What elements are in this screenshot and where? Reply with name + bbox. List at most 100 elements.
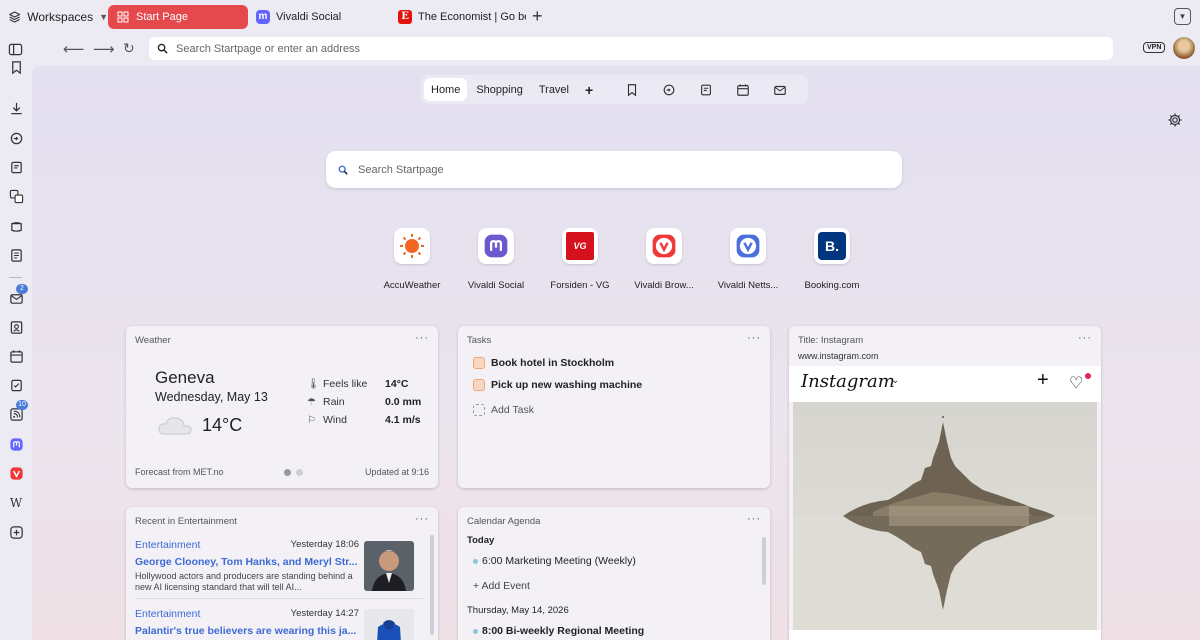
reading-list-icon[interactable] bbox=[8, 218, 24, 234]
translate-icon[interactable] bbox=[8, 188, 24, 204]
tab-travel[interactable]: Travel bbox=[532, 78, 576, 101]
more-options-button[interactable]: ··· bbox=[747, 332, 761, 344]
sun-icon bbox=[400, 234, 424, 258]
reader-icon[interactable] bbox=[8, 247, 24, 263]
task-item[interactable]: Book hotel in Stockholm bbox=[473, 357, 614, 369]
search-placeholder: Search Startpage bbox=[358, 163, 444, 176]
bookmarks-icon[interactable] bbox=[8, 59, 24, 75]
vivaldi-icon[interactable] bbox=[8, 465, 24, 481]
tab-vivaldi-social[interactable]: m Vivaldi Social bbox=[248, 5, 390, 29]
new-tab-button[interactable]: + bbox=[532, 6, 543, 27]
workspaces-menu[interactable]: Workspaces ▼ bbox=[0, 10, 108, 24]
speed-dial-navigation: Home Shopping Travel + bbox=[421, 75, 808, 104]
reload-button[interactable]: ↻ bbox=[123, 40, 135, 57]
notes-icon[interactable] bbox=[694, 78, 718, 101]
add-task-checkbox bbox=[473, 404, 485, 416]
scrollbar[interactable] bbox=[430, 535, 434, 635]
downloads-icon[interactable] bbox=[8, 100, 24, 116]
tab-shopping[interactable]: Shopping bbox=[469, 78, 530, 101]
mail-icon[interactable] bbox=[768, 78, 792, 101]
add-group-button[interactable]: + bbox=[578, 78, 600, 101]
task-item[interactable]: Pick up new washing machine bbox=[473, 379, 642, 391]
news-summary: Hollywood actors and producers are stand… bbox=[135, 571, 353, 592]
dial-label: AccuWeather bbox=[383, 280, 441, 291]
sidebar-divider bbox=[9, 277, 22, 278]
news-headline[interactable]: George Clooney, Tom Hanks, and Meryl Str… bbox=[135, 556, 359, 568]
more-options-button[interactable]: ··· bbox=[1078, 332, 1092, 344]
notes-icon[interactable] bbox=[8, 159, 24, 175]
address-bar[interactable]: Search Startpage or enter an address bbox=[149, 37, 1113, 60]
wikipedia-icon[interactable]: W bbox=[8, 495, 24, 511]
add-event-button[interactable]: + Add Event bbox=[473, 580, 530, 592]
news-thumbnail[interactable] bbox=[364, 541, 414, 591]
news-item[interactable]: Entertainment Yesterday 18:06 George Clo… bbox=[135, 539, 359, 593]
forward-button[interactable]: ⟶ bbox=[93, 40, 115, 58]
chevron-down-icon: ▼ bbox=[99, 11, 108, 22]
weather-feels-like: 🌡︎ Feels like 14°C bbox=[307, 378, 409, 390]
dial-label: Forsiden - VG bbox=[550, 280, 610, 291]
scrollbar[interactable] bbox=[762, 537, 766, 585]
thermometer-icon: 🌡︎ bbox=[307, 378, 320, 390]
add-task-label: Add Task bbox=[491, 404, 534, 416]
news-thumbnail[interactable] bbox=[364, 609, 414, 640]
tasks-icon[interactable] bbox=[8, 377, 24, 393]
event-label: 8:00 Bi-weekly Regional Meeting bbox=[482, 625, 645, 637]
add-task-button[interactable]: Add Task bbox=[473, 404, 534, 416]
speed-dial-accuweather[interactable]: AccuWeather bbox=[370, 228, 454, 291]
speed-dial-vg[interactable]: VG Forsiden - VG bbox=[538, 228, 622, 291]
back-button[interactable]: ⟵ bbox=[63, 40, 85, 58]
weather-pager[interactable] bbox=[284, 469, 303, 476]
tab-home[interactable]: Home bbox=[424, 78, 468, 101]
feeds-icon[interactable]: 10 bbox=[8, 400, 28, 422]
pager-dot[interactable] bbox=[296, 469, 303, 476]
history-icon[interactable] bbox=[8, 130, 24, 146]
contacts-icon[interactable] bbox=[8, 319, 24, 335]
vivaldi-icon bbox=[736, 234, 760, 258]
heart-icon[interactable]: ♡ bbox=[1069, 373, 1083, 393]
task-checkbox[interactable] bbox=[473, 357, 485, 369]
agenda-day: Thursday, May 14, 2026 bbox=[467, 605, 569, 616]
calendar-event[interactable]: 6:00 Marketing Meeting (Weekly) bbox=[473, 555, 636, 567]
bookmarks-icon[interactable] bbox=[620, 78, 644, 101]
more-options-button[interactable]: ··· bbox=[415, 332, 429, 344]
dial-tile bbox=[646, 228, 682, 264]
news-headline[interactable]: Palantir's true believers are wearing th… bbox=[135, 625, 359, 637]
calendar-icon[interactable] bbox=[731, 78, 755, 101]
more-options-button[interactable]: ··· bbox=[415, 513, 429, 525]
weather-updated: Updated at 9:16 bbox=[364, 467, 429, 477]
mastodon-icon[interactable] bbox=[8, 436, 24, 452]
tab-the-economist[interactable]: E The Economist | Go beyon bbox=[390, 5, 526, 29]
chevron-down-icon[interactable]: ⌄ bbox=[891, 375, 899, 386]
notification-dot bbox=[1085, 373, 1091, 379]
tab-label: Vivaldi Social bbox=[276, 10, 342, 23]
news-item[interactable]: Entertainment Yesterday 14:27 Palantir's… bbox=[135, 608, 359, 637]
more-options-button[interactable]: ··· bbox=[747, 513, 761, 525]
instagram-footer bbox=[789, 630, 1101, 640]
speed-dial-booking[interactable]: B. Booking.com bbox=[790, 228, 874, 291]
gear-icon[interactable] bbox=[1167, 112, 1183, 128]
history-icon[interactable] bbox=[657, 78, 681, 101]
search-input[interactable]: Search Startpage bbox=[326, 151, 902, 188]
vpn-button[interactable]: VPN bbox=[1143, 42, 1166, 53]
instagram-logo[interactable]: Instagram bbox=[801, 371, 895, 392]
workspaces-icon bbox=[9, 10, 21, 23]
avatar[interactable] bbox=[1173, 37, 1195, 59]
tab-menu-button[interactable]: ▼ bbox=[1174, 8, 1191, 25]
dial-label: Vivaldi Brow... bbox=[634, 280, 694, 291]
instagram-widget: Title: Instagram ··· www.instagram.com I… bbox=[789, 326, 1101, 640]
mail-icon[interactable]: 2 bbox=[8, 284, 28, 306]
tab-start-page[interactable]: Start Page bbox=[108, 4, 248, 29]
pager-dot[interactable] bbox=[284, 469, 291, 476]
vg-logo: VG bbox=[566, 232, 594, 260]
mail-badge: 2 bbox=[16, 284, 28, 294]
calendar-icon[interactable] bbox=[8, 348, 24, 364]
speed-dial-vivaldi-browser[interactable]: Vivaldi Brow... bbox=[622, 228, 706, 291]
speed-dial-vivaldi-social[interactable]: Vivaldi Social bbox=[454, 228, 538, 291]
instagram-post-image[interactable] bbox=[793, 402, 1097, 630]
add-panel-icon[interactable] bbox=[8, 524, 24, 540]
new-post-icon[interactable]: + bbox=[1037, 369, 1049, 392]
flag-icon: ⚐ bbox=[307, 414, 316, 426]
calendar-event[interactable]: 8:00 Bi-weekly Regional Meeting bbox=[473, 625, 644, 637]
task-checkbox[interactable] bbox=[473, 379, 485, 391]
speed-dial-vivaldi-nettsted[interactable]: Vivaldi Netts... bbox=[706, 228, 790, 291]
